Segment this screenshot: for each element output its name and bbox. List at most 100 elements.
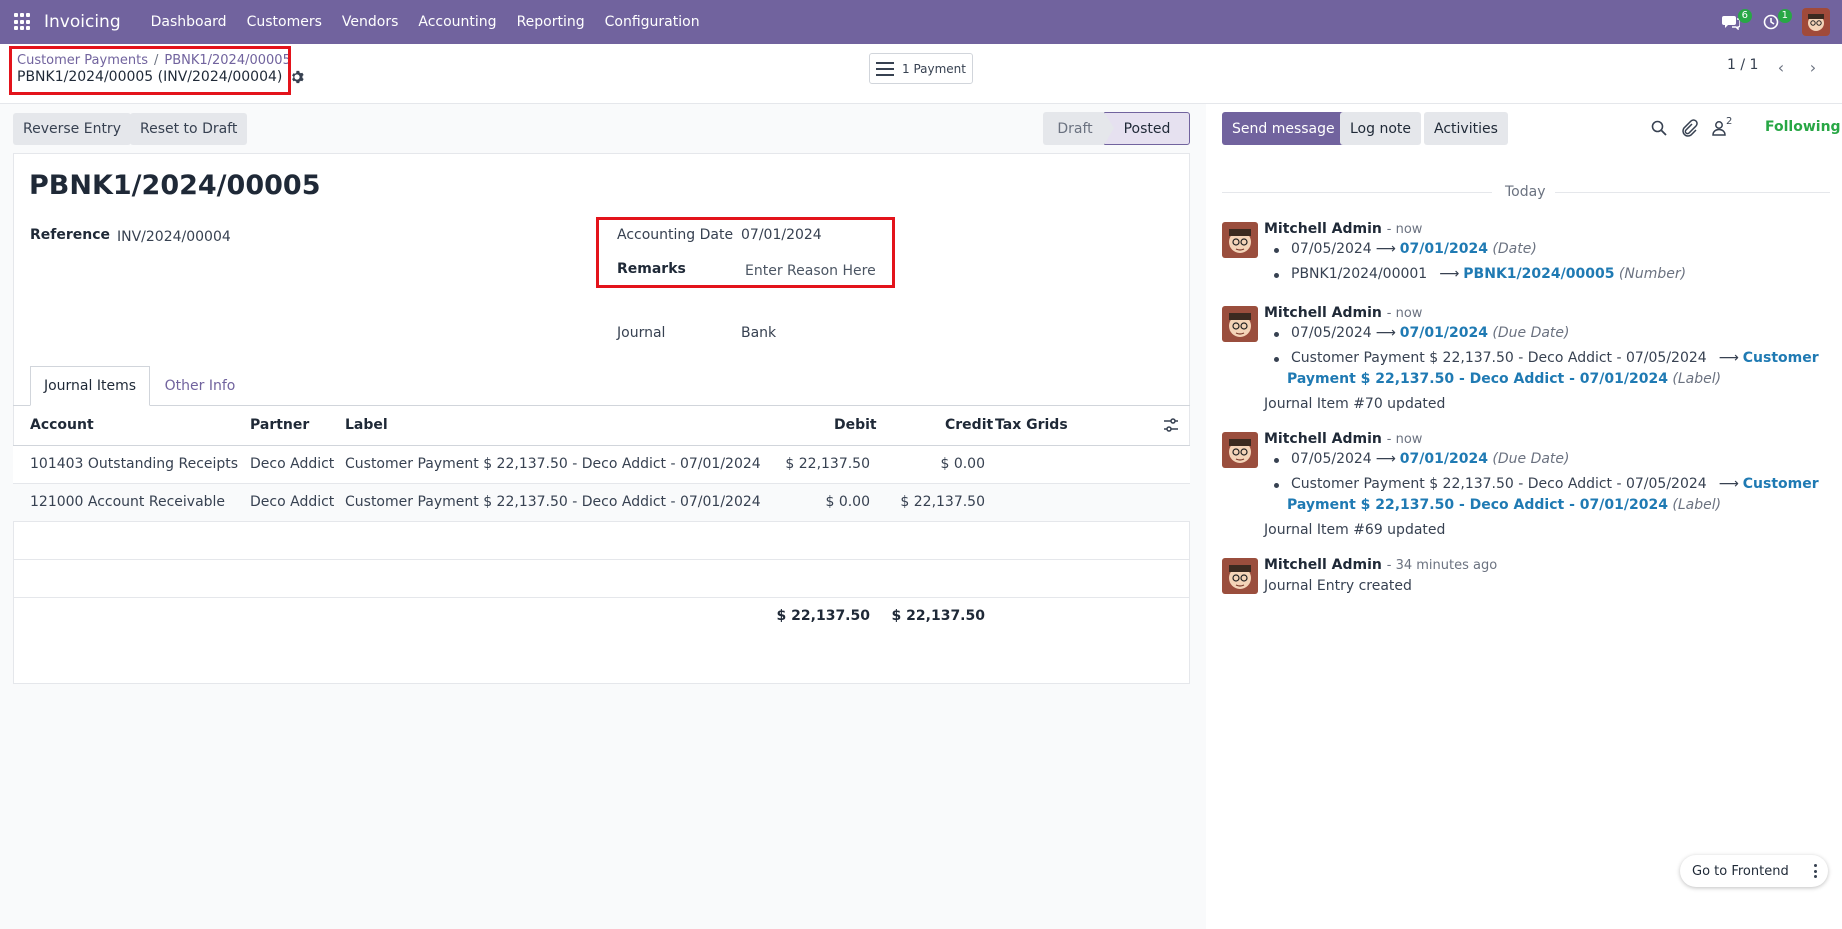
row-divider <box>13 521 1190 522</box>
tracking-line-continued: Payment $ 22,137.50 - Deco Addict - 07/0… <box>1287 497 1721 513</box>
column-header-debit[interactable]: Debit <box>834 417 877 433</box>
avatar[interactable] <box>1222 306 1258 342</box>
pager-value[interactable]: 1 / 1 <box>1727 57 1758 73</box>
tracking-line: Customer Payment $ 22,137.50 - Deco Addi… <box>1291 350 1819 366</box>
entry-title: PBNK1/2024/00005 <box>29 170 321 201</box>
message-note: Journal Entry created <box>1264 578 1412 594</box>
activities-clock-icon[interactable]: 1 <box>1758 9 1792 35</box>
author-name[interactable]: Mitchell Admin <box>1264 557 1382 573</box>
tab-journal-items[interactable]: Journal Items <box>30 366 150 406</box>
message-time: - now <box>1386 432 1423 447</box>
message-author[interactable]: Mitchell Admin - now <box>1264 431 1422 447</box>
arrow-right-icon: ⟶ <box>1718 476 1739 492</box>
messages-badge: 6 <box>1737 9 1752 23</box>
row-1-label: Customer Payment $ 22,137.50 - Deco Addi… <box>345 456 761 472</box>
avatar[interactable] <box>1222 222 1258 258</box>
status-posted[interactable]: Posted <box>1104 112 1190 145</box>
search-icon[interactable] <box>1650 119 1668 137</box>
nav-reporting[interactable]: Reporting <box>517 14 585 30</box>
go-to-frontend-button[interactable]: Go to Frontend <box>1680 855 1828 887</box>
reference-label: Reference <box>30 227 111 243</box>
gear-icon[interactable] <box>290 70 305 84</box>
payment-smart-button[interactable]: 1 Payment <box>869 53 973 84</box>
arrow-right-icon: ⟶ <box>1718 350 1739 366</box>
row-1-partner: Deco Addict <box>250 456 335 472</box>
field-name: (Date) <box>1492 241 1537 257</box>
pager-previous-icon[interactable]: ‹ <box>1768 55 1794 79</box>
old-value: 07/05/2024 <box>1291 241 1372 257</box>
kebab-menu-icon[interactable] <box>1814 864 1818 878</box>
column-settings-icon[interactable] <box>1163 417 1179 433</box>
log-note-button[interactable]: Log note <box>1340 112 1421 145</box>
avatar[interactable] <box>1222 558 1258 594</box>
tracking-line: 07/05/2024 ⟶ 07/01/2024 (Date) <box>1291 241 1537 257</box>
row-2-credit: $ 22,137.50 <box>900 494 985 510</box>
row-1-credit: $ 0.00 <box>940 456 985 472</box>
tracking-line: PBNK1/2024/00001 ⟶ PBNK1/2024/00005 (Numbe… <box>1291 266 1686 282</box>
following-button[interactable]: Following <box>1765 119 1841 135</box>
pager-next-icon[interactable]: › <box>1800 55 1826 79</box>
nav-accounting[interactable]: Accounting <box>418 14 496 30</box>
nav-vendors[interactable]: Vendors <box>342 14 398 30</box>
nav-configuration[interactable]: Configuration <box>605 14 700 30</box>
column-header-partner[interactable]: Partner <box>250 417 309 433</box>
author-name[interactable]: Mitchell Admin <box>1264 431 1382 447</box>
old-value: 07/05/2024 <box>1291 325 1372 341</box>
tracking-line: 07/05/2024 ⟶ 07/01/2024 (Due Date) <box>1291 325 1570 341</box>
send-message-button[interactable]: Send message <box>1222 112 1345 145</box>
old-value: PBNK1/2024/00001 <box>1291 266 1428 282</box>
new-value-continued: Payment $ 22,137.50 - Deco Addict - 07/0… <box>1287 497 1668 513</box>
total-credit: $ 22,137.50 <box>891 608 985 624</box>
arrow-right-icon: ⟶ <box>1375 325 1396 341</box>
column-header-tax-grids[interactable]: Tax Grids <box>995 417 1068 433</box>
activities-button[interactable]: Activities <box>1424 112 1508 145</box>
message-author[interactable]: Mitchell Admin - now <box>1264 305 1422 321</box>
message-time: - now <box>1386 306 1423 321</box>
bullet-icon <box>1274 273 1279 278</box>
app-brand[interactable]: Invoicing <box>44 12 121 32</box>
apps-grid-icon[interactable] <box>14 13 32 31</box>
user-avatar[interactable] <box>1802 8 1830 36</box>
today-divider-left <box>1222 192 1492 193</box>
journal-label: Journal <box>617 325 666 341</box>
reference-value[interactable]: INV/2024/00004 <box>117 229 231 245</box>
today-divider-right <box>1555 192 1830 193</box>
new-value: PBNK1/2024/00005 <box>1463 266 1615 282</box>
status-draft[interactable]: Draft <box>1043 112 1107 145</box>
column-header-account[interactable]: Account <box>30 417 94 433</box>
status-arrow <box>1104 112 1114 145</box>
column-header-label[interactable]: Label <box>345 417 388 433</box>
nav-dashboard[interactable]: Dashboard <box>151 14 227 30</box>
author-name[interactable]: Mitchell Admin <box>1264 221 1382 237</box>
journal-value[interactable]: Bank <box>741 325 776 341</box>
author-name[interactable]: Mitchell Admin <box>1264 305 1382 321</box>
old-value: Customer Payment $ 22,137.50 - Deco Addi… <box>1291 350 1707 366</box>
row-2-account: 121000 Account Receivable <box>30 494 226 510</box>
tracking-line-continued: Payment $ 22,137.50 - Deco Addict - 07/0… <box>1287 371 1721 387</box>
avatar[interactable] <box>1222 432 1258 468</box>
messages-icon[interactable]: 6 <box>1718 9 1752 35</box>
new-value-continued: Payment $ 22,137.50 - Deco Addict - 07/0… <box>1287 371 1668 387</box>
paperclip-icon[interactable] <box>1680 119 1698 137</box>
top-navbar: Invoicing Dashboard Customers Vendors Ac… <box>0 0 1842 44</box>
reset-to-draft-button[interactable]: Reset to Draft <box>130 113 248 145</box>
field-name: (Label) <box>1672 371 1722 387</box>
new-value: 07/01/2024 <box>1399 451 1488 467</box>
nav-customers[interactable]: Customers <box>247 14 322 30</box>
field-name: (Due Date) <box>1492 451 1570 467</box>
row-2-partner: Deco Addict <box>250 494 335 510</box>
field-name: (Number) <box>1618 266 1687 282</box>
bullet-icon <box>1274 332 1279 337</box>
message-time: - now <box>1386 222 1423 237</box>
message-author[interactable]: Mitchell Admin - now <box>1264 221 1422 237</box>
tab-other-info[interactable]: Other Info <box>150 366 250 406</box>
tracking-line: Customer Payment $ 22,137.50 - Deco Addi… <box>1291 476 1819 492</box>
message-author[interactable]: Mitchell Admin - 34 minutes ago <box>1264 557 1497 573</box>
column-header-credit[interactable]: Credit <box>945 417 993 433</box>
tracking-line: 07/05/2024 ⟶ 07/01/2024 (Due Date) <box>1291 451 1570 467</box>
activities-badge: 1 <box>1777 9 1792 23</box>
new-value: 07/01/2024 <box>1399 241 1488 257</box>
bullet-icon <box>1274 248 1279 253</box>
reverse-entry-button[interactable]: Reverse Entry <box>13 113 131 145</box>
field-name: (Due Date) <box>1492 325 1570 341</box>
